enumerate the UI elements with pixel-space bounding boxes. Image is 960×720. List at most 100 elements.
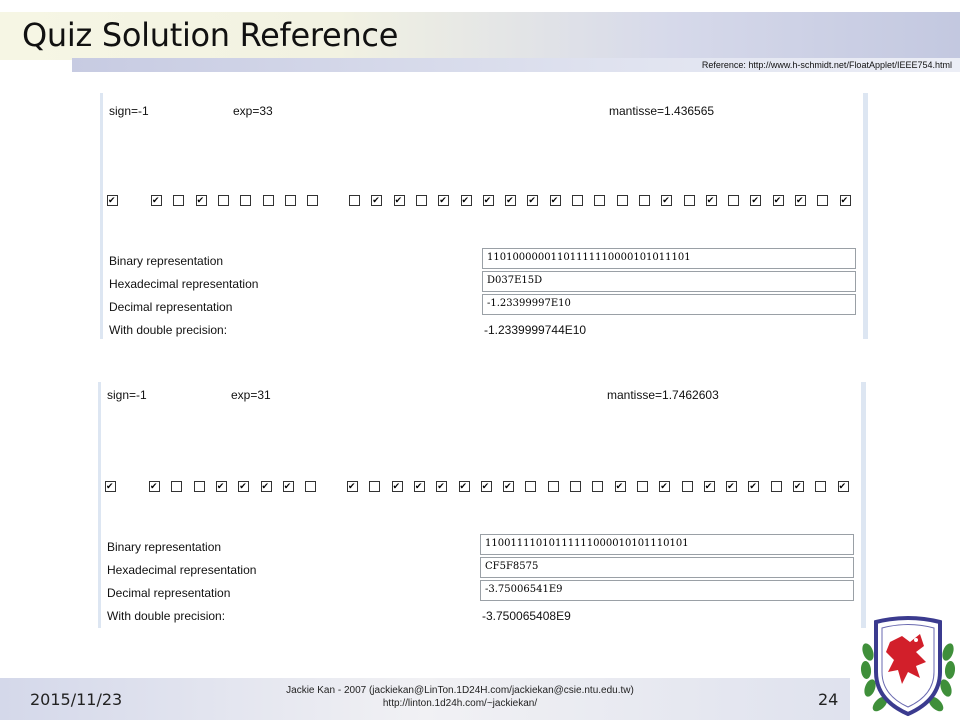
decimal-label: Decimal representation [109, 300, 233, 314]
bit-checkbox-18[interactable] [547, 481, 559, 492]
bit-checkbox-12[interactable] [413, 481, 425, 492]
bit-checkbox-15[interactable] [480, 481, 492, 492]
bit-checkbox-row [105, 481, 853, 493]
bit-checkbox-27[interactable] [750, 195, 762, 206]
bit-checkbox-2[interactable] [173, 195, 185, 206]
hex-field[interactable]: D037E15D [482, 271, 856, 292]
hex-label: Hexadecimal representation [109, 277, 259, 291]
binary-label: Binary representation [107, 540, 222, 554]
bit-checkbox-18[interactable] [549, 195, 561, 206]
hex-label: Hexadecimal representation [107, 563, 257, 577]
bit-checkbox-17[interactable] [525, 481, 537, 492]
double-label: With double precision: [109, 323, 228, 337]
panel-edge-left [100, 93, 103, 339]
bit-checkbox-26[interactable] [728, 195, 740, 206]
bit-checkbox-29[interactable] [793, 481, 804, 492]
panel-edge-left [98, 382, 101, 628]
double-label: With double precision: [107, 609, 226, 623]
bit-checkbox-row [107, 195, 855, 207]
bit-checkbox-3[interactable] [195, 195, 207, 206]
bit-checkbox-23[interactable] [659, 481, 671, 492]
double-value: -1.2339999744E10 [484, 323, 587, 337]
slide-title: Quiz Solution Reference [22, 16, 399, 54]
bit-checkbox-13[interactable] [436, 481, 448, 492]
bit-checkbox-1[interactable] [151, 195, 162, 206]
bit-checkbox-12[interactable] [415, 195, 427, 206]
bit-checkbox-19[interactable] [570, 481, 581, 492]
hex-field[interactable]: CF5F8575 [480, 557, 854, 578]
double-value: -3.750065408E9 [482, 609, 571, 623]
bit-checkbox-2[interactable] [171, 481, 183, 492]
bit-checkbox-6[interactable] [260, 481, 272, 492]
bit-checkbox-4[interactable] [215, 481, 227, 492]
bit-checkbox-16[interactable] [505, 195, 517, 206]
reference-text: Reference: http://www.h-schmidt.net/Floa… [701, 60, 952, 70]
bit-checkbox-14[interactable] [460, 195, 472, 206]
binary-field[interactable]: 11010000001101111110000101011101 [482, 248, 856, 269]
bit-checkbox-10[interactable] [371, 195, 383, 206]
bit-checkbox-31[interactable] [837, 481, 849, 492]
bit-checkbox-8[interactable] [305, 481, 317, 492]
bit-checkbox-19[interactable] [572, 195, 583, 206]
panel-edge-right [863, 93, 868, 339]
decimal-field[interactable]: -3.75006541E9 [480, 580, 854, 601]
bit-checkbox-20[interactable] [592, 481, 604, 492]
mantissa-value: mantisse=1.7462603 [607, 388, 719, 402]
footer-date: 2015/11/23 [30, 690, 123, 709]
bit-checkbox-30[interactable] [815, 481, 827, 492]
bit-checkbox-25[interactable] [703, 481, 715, 492]
credit-line-2: http://linton.1d24h.com/~jackiekan/ [382, 698, 538, 709]
bit-checkbox-20[interactable] [594, 195, 606, 206]
bit-checkbox-9[interactable] [349, 195, 360, 206]
bit-checkbox-31[interactable] [839, 195, 851, 206]
float-applet-panel-2: sign=-1 exp=31 mantisse=1.7462603 Binary… [98, 382, 866, 628]
bit-checkbox-16[interactable] [503, 481, 515, 492]
bit-checkbox-13[interactable] [438, 195, 450, 206]
dragon-crest-icon [860, 616, 956, 717]
bit-checkbox-29[interactable] [795, 195, 806, 206]
bit-checkbox-14[interactable] [458, 481, 470, 492]
bit-checkbox-0[interactable] [105, 481, 116, 492]
bit-checkbox-28[interactable] [770, 481, 782, 492]
bit-checkbox-21[interactable] [616, 195, 628, 206]
sign-value: sign=-1 [109, 104, 149, 118]
bit-checkbox-11[interactable] [393, 195, 405, 206]
page-number: 24 [818, 690, 839, 709]
bit-checkbox-9[interactable] [347, 481, 358, 492]
bit-checkbox-7[interactable] [284, 195, 296, 206]
bit-checkbox-22[interactable] [636, 481, 648, 492]
bit-checkbox-25[interactable] [705, 195, 717, 206]
bit-checkbox-24[interactable] [681, 481, 693, 492]
bit-checkbox-3[interactable] [193, 481, 205, 492]
bit-checkbox-1[interactable] [149, 481, 160, 492]
bit-checkbox-15[interactable] [482, 195, 494, 206]
bit-checkbox-5[interactable] [238, 481, 250, 492]
credit-line-1: Jackie Kan - 2007 (jackiekan@LinTon.1D24… [286, 685, 634, 696]
decimal-label: Decimal representation [107, 586, 231, 600]
bit-checkbox-22[interactable] [638, 195, 650, 206]
bit-checkbox-23[interactable] [661, 195, 673, 206]
panel-edge-right [861, 382, 866, 628]
bit-checkbox-10[interactable] [369, 481, 381, 492]
decimal-field[interactable]: -1.23399997E10 [482, 294, 856, 315]
bit-checkbox-11[interactable] [391, 481, 403, 492]
exponent-value: exp=31 [231, 388, 271, 402]
bit-checkbox-4[interactable] [217, 195, 229, 206]
bit-checkbox-30[interactable] [817, 195, 829, 206]
bit-checkbox-28[interactable] [772, 195, 784, 206]
bit-checkbox-21[interactable] [614, 481, 626, 492]
bit-checkbox-0[interactable] [107, 195, 118, 206]
bit-checkbox-6[interactable] [262, 195, 274, 206]
binary-field[interactable]: 11001111010111111000010101110101 [480, 534, 854, 555]
footer-credit: Jackie Kan - 2007 (jackiekan@LinTon.1D24… [240, 684, 680, 710]
bit-checkbox-24[interactable] [683, 195, 695, 206]
bit-checkbox-5[interactable] [240, 195, 252, 206]
bit-checkbox-26[interactable] [726, 481, 738, 492]
bit-checkbox-17[interactable] [527, 195, 539, 206]
sign-value: sign=-1 [107, 388, 147, 402]
bit-checkbox-8[interactable] [307, 195, 319, 206]
bit-checkbox-7[interactable] [282, 481, 294, 492]
binary-label: Binary representation [109, 254, 224, 268]
bit-checkbox-27[interactable] [748, 481, 760, 492]
mantissa-value: mantisse=1.436565 [609, 104, 715, 118]
